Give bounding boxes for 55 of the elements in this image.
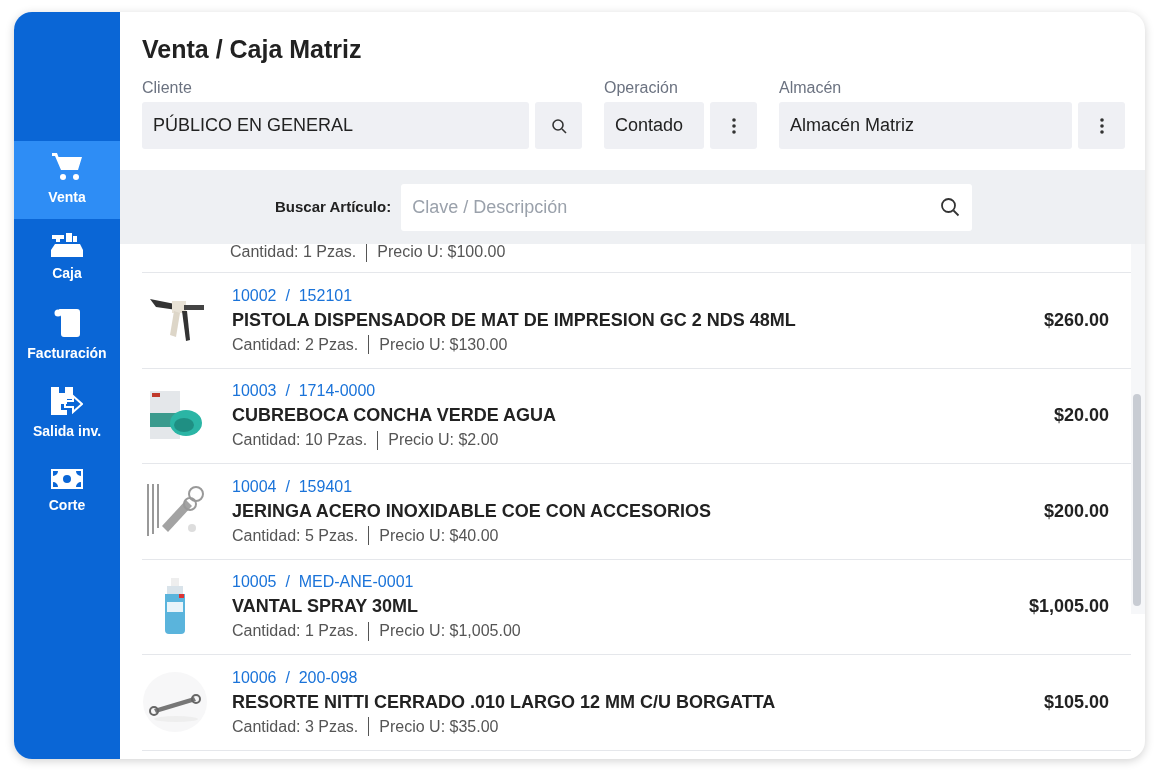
- cart-item-row[interactable]: 10005 / MED-ANE-0001 VANTAL SPRAY 30ML Cantidad: 1 Pzas. Precio U: $1,005.00 $1,005.00: [142, 559, 1131, 655]
- quantity-text: Cantidad: 1 Pzas.: [232, 621, 359, 642]
- scrollbar[interactable]: [1131, 244, 1145, 614]
- quantity-text: Cantidad: 5 Pzas.: [232, 525, 359, 546]
- unit-price-text: Precio U: $130.00: [379, 334, 508, 355]
- unit-price-text: Precio U: $35.00: [379, 716, 499, 737]
- item-name: PISTOLA DISPENSADOR DE MAT DE IMPRESION GC 2 NDS 48ML: [232, 308, 796, 332]
- field-label: Almacén: [779, 78, 842, 98]
- item-code: 10004 / 159401: [232, 476, 353, 497]
- unit-price-text: Precio U: $1,005.00: [379, 621, 521, 642]
- field-label: Operación: [604, 78, 678, 98]
- item-total: $260.00: [1043, 308, 1109, 332]
- item-total: $20.00: [1053, 404, 1109, 428]
- cart-item-row[interactable]: 10003 / 1714-0000 CUBREBOCA CONCHA VERDE AGUA Cantidad: 10 Pzas. Precio U: $2.00 $20.00: [142, 368, 1131, 464]
- unit-price-text: Precio U: $2.00: [388, 430, 499, 451]
- banknote-icon: [51, 468, 83, 489]
- quantity-text: Cantidad: 3 Pzas.: [232, 716, 359, 737]
- cart-item-row[interactable]: 10006 / 200-098 RESORTE NITTI CERRADO .010 LARGO 12 MM C/U BORGATTA Cantidad: 3 Pzas. Precio U: $35.00 $105.00: [142, 655, 1131, 751]
- quantity-text: Cantidad: 2 Pzas.: [232, 334, 359, 355]
- item-name: VANTAL SPRAY 30ML: [232, 595, 419, 619]
- search-icon: [940, 196, 961, 217]
- more-button[interactable]: [710, 102, 757, 149]
- document-icon: [54, 308, 80, 337]
- item-code: 10003 / 1714-0000: [232, 381, 376, 402]
- more-icon: [1099, 117, 1104, 134]
- quantity-text: Cantidad: 1 Pzas.: [230, 244, 357, 262]
- scrollbar-thumb[interactable]: [1133, 394, 1141, 606]
- item-total: $200.00: [1043, 499, 1109, 523]
- more-icon: [731, 117, 736, 134]
- cart-icon: [52, 152, 82, 181]
- item-code: 10006 / 200-098: [232, 667, 358, 688]
- item-name: CUBREBOCA CONCHA VERDE AGUA: [232, 404, 556, 428]
- search-icon: [550, 117, 567, 134]
- client-field[interactable]: PÚBLICO EN GENERAL: [142, 102, 529, 149]
- search-button[interactable]: [535, 102, 582, 149]
- field-label: Cliente: [142, 78, 192, 98]
- search-label: Buscar Artículo:: [275, 196, 392, 217]
- item-total: $1,005.00: [1028, 595, 1109, 619]
- more-button[interactable]: [1078, 102, 1125, 149]
- item-name: JERINGA ACERO INOXIDABLE COE CON ACCESORIOS: [232, 499, 712, 523]
- warehouse-field[interactable]: Almacén Matriz: [779, 102, 1072, 149]
- item-total: $105.00: [1043, 690, 1109, 714]
- item-name: RESORTE NITTI CERRADO .010 LARGO 12 MM C/U BORGATTA: [232, 690, 776, 714]
- page-title: Venta / Caja Matriz: [142, 34, 362, 64]
- box-arrow-icon: [51, 386, 83, 415]
- quantity-text: Cantidad: 10 Pzas.: [232, 430, 368, 451]
- item-code: 10002 / 152101: [232, 285, 353, 306]
- unit-price-text: Precio U: $40.00: [379, 525, 499, 546]
- article-search-field[interactable]: Clave / Descripción: [401, 183, 973, 231]
- cart-item-row[interactable]: 10004 / 159401 JERINGA ACERO INOXIDABLE COE CON ACCESORIOS Cantidad: 5 Pzas. Precio U: $40.00 $200.00: [142, 464, 1131, 560]
- cart-item-row[interactable]: 10002 / 152101 PISTOLA DISPENSADOR DE MAT DE IMPRESION GC 2 NDS 48ML Cantidad: 2 Pzas. Precio U: $130.00 $260.00: [142, 273, 1131, 369]
- unit-price-text: Precio U: $100.00: [377, 244, 506, 262]
- cash-register-icon: [51, 232, 83, 257]
- item-code: 10005 / MED-ANE-0001: [232, 572, 414, 593]
- operation-field[interactable]: Contado: [604, 102, 704, 149]
